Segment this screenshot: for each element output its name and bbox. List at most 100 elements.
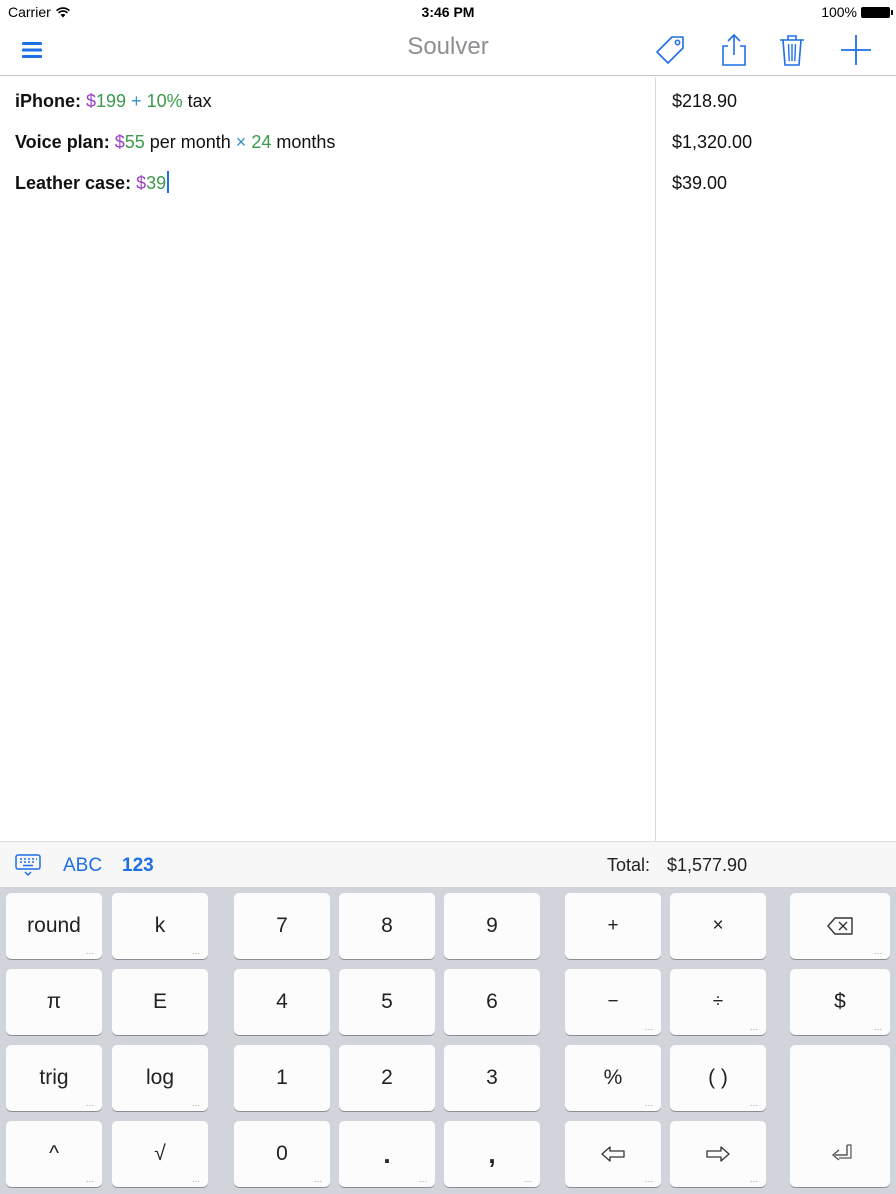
thousand-key[interactable]: k… <box>112 893 208 959</box>
number-token: 199 <box>96 91 127 111</box>
digit-3-key[interactable]: 3 <box>444 1045 540 1111</box>
digit-2-key[interactable]: 2 <box>339 1045 435 1111</box>
pi-key[interactable]: π <box>6 969 102 1035</box>
currency-token: $ <box>114 132 125 152</box>
add-button[interactable] <box>836 30 876 70</box>
more-options-indicator: … <box>749 1022 759 1032</box>
key-label: k <box>154 914 166 937</box>
text-token: tax <box>182 91 212 111</box>
key-label: ^ <box>49 1142 59 1165</box>
battery-status: 100% <box>821 4 893 20</box>
sheet-line[interactable]: Voice plan: $55 per month × 24 months <box>15 129 335 155</box>
total-value: $1,577.90 <box>667 855 748 875</box>
share-button[interactable] <box>714 30 754 70</box>
key-label: trig <box>39 1066 69 1089</box>
text-token: months <box>271 132 336 152</box>
more-options-indicator: … <box>85 1174 95 1184</box>
cursor-right-key[interactable]: ⇨… <box>670 1121 766 1187</box>
line-result: $39.00 <box>672 173 728 193</box>
currency-token: $ <box>136 173 147 193</box>
results-divider <box>655 77 656 841</box>
key-label: 4 <box>276 990 288 1013</box>
status-bar: Carrier 3:46 PM 100% <box>0 0 896 24</box>
battery-icon <box>861 6 893 18</box>
sqrt-key[interactable]: √… <box>112 1121 208 1187</box>
trash-button[interactable] <box>772 30 812 70</box>
more-options-indicator: … <box>418 1174 428 1184</box>
key-label: round <box>27 914 81 937</box>
backspace-key[interactable]: ⌫… <box>790 893 890 959</box>
sheet-line-active[interactable]: Leather case: $39 <box>15 170 170 196</box>
mode-abc-button[interactable]: ABC <box>63 855 102 877</box>
tag-button[interactable] <box>650 30 690 70</box>
digit-4-key[interactable]: 4 <box>234 969 330 1035</box>
round-key[interactable]: round… <box>6 893 102 959</box>
calculator-keyboard: round…k…789+×⌫…πE456−…÷…$…trig…log…123%…… <box>0 887 896 1194</box>
divide-key[interactable]: ÷… <box>670 969 766 1035</box>
return-key[interactable]: ⏎ <box>790 1045 890 1187</box>
percent-key[interactable]: %… <box>565 1045 661 1111</box>
number-token: 24 <box>246 132 272 152</box>
navigation-bar: Soulver <box>0 24 896 76</box>
tag-icon <box>656 36 684 64</box>
more-options-indicator: … <box>749 1098 759 1108</box>
power-key[interactable]: ^… <box>6 1121 102 1187</box>
operator-token: + <box>126 91 147 111</box>
cursor-left-key[interactable]: ⇦… <box>565 1121 661 1187</box>
more-options-indicator: … <box>191 1098 201 1108</box>
plus-icon <box>841 35 871 65</box>
digit-1-key[interactable]: 1 <box>234 1045 330 1111</box>
status-time: 3:46 PM <box>421 4 475 20</box>
key-label: ( ) <box>708 1066 728 1089</box>
exponent-key[interactable]: E <box>112 969 208 1035</box>
log-key[interactable]: log … <box>112 1045 208 1111</box>
arrow-right-icon <box>706 1146 730 1162</box>
digit-5-key[interactable]: 5 <box>339 969 435 1035</box>
sheet-line[interactable]: iPhone: $199 + 10% tax <box>15 88 212 114</box>
total-label: Total: <box>607 855 651 875</box>
operator-token: × <box>235 132 247 152</box>
trig-key[interactable]: trig… <box>6 1045 102 1111</box>
plus-key[interactable]: + <box>565 893 661 959</box>
return-icon <box>831 1144 852 1161</box>
page-title: Soulver <box>407 33 489 60</box>
text-cursor <box>167 171 170 193</box>
minus-key[interactable]: −… <box>565 969 661 1035</box>
line-label: Voice plan: <box>15 132 110 152</box>
key-label: 7 <box>276 914 288 937</box>
digit-8-key[interactable]: 8 <box>339 893 435 959</box>
currency-key[interactable]: $… <box>790 969 890 1035</box>
key-label: log <box>145 1066 175 1089</box>
key-label: % <box>603 1066 623 1089</box>
arrow-left-icon <box>601 1146 625 1162</box>
decimal-key[interactable]: .… <box>339 1121 435 1187</box>
more-options-indicator: … <box>191 946 201 956</box>
key-label: π <box>46 990 62 1013</box>
keyboard-toggle-button[interactable] <box>15 853 41 877</box>
digit-6-key[interactable]: 6 <box>444 969 540 1035</box>
key-label: . <box>383 1138 391 1169</box>
more-options-indicator: … <box>873 1022 883 1032</box>
multiply-key[interactable]: × <box>670 893 766 959</box>
key-label: 1 <box>276 1066 288 1089</box>
digit-7-key[interactable]: 7 <box>234 893 330 959</box>
number-token: 55 <box>124 132 145 152</box>
parentheses-key[interactable]: ( ) … <box>670 1045 766 1111</box>
key-label: ÷ <box>712 991 724 1012</box>
sheet-content: iPhone: $199 + 10% tax $218.90 Voice pla… <box>0 77 896 841</box>
more-options-indicator: … <box>191 1174 201 1184</box>
digit-9-key[interactable]: 9 <box>444 893 540 959</box>
digit-0-key[interactable]: 0… <box>234 1121 330 1187</box>
key-label: $ <box>834 990 846 1013</box>
key-label: × <box>712 915 724 936</box>
comma-key[interactable]: ,… <box>444 1121 540 1187</box>
key-label: , <box>488 1138 496 1169</box>
more-options-indicator: … <box>873 946 883 956</box>
backspace-icon <box>827 917 853 935</box>
line-result: $218.90 <box>672 91 738 111</box>
more-options-indicator: … <box>644 1022 654 1032</box>
key-label: 0 <box>276 1142 288 1165</box>
mode-123-button[interactable]: 123 <box>122 855 154 877</box>
key-label: 5 <box>381 990 393 1013</box>
key-label: 2 <box>381 1066 393 1089</box>
